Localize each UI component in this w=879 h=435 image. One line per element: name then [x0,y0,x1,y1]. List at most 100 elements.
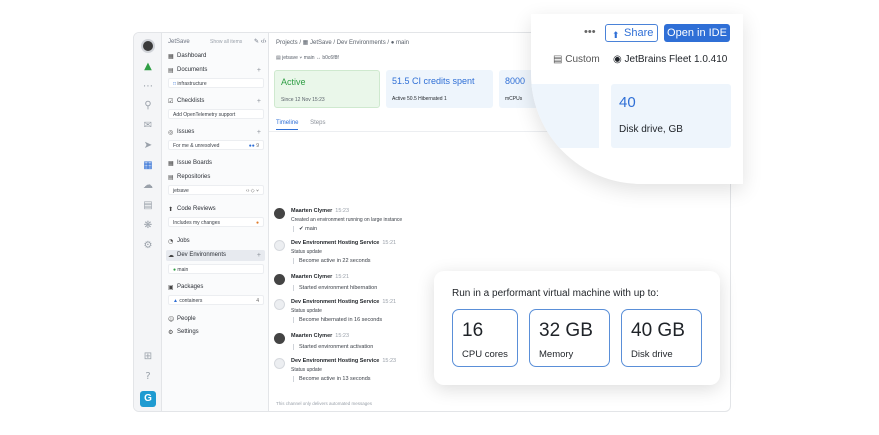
author-name: Dev Environment Hosting Service [291,358,380,364]
help-icon[interactable]: ? [142,371,154,383]
sidebar-item-settings[interactable]: ⚙ Settings [166,327,265,338]
icon-rail: ▲ ⋯ ⚲ ✉ ➤ ▦ ☁ ▤ ❋ ⚙ ⊞ ? G [134,33,162,411]
dev-environment-item[interactable]: ● main [168,264,264,274]
sidebar-item-issues[interactable]: ◎ Issues + [166,127,265,138]
spec-value: 16 [462,320,484,341]
sidebar-item-jobs[interactable]: ◔ Jobs [166,236,265,247]
cloud-icon[interactable]: ☁ [142,180,154,192]
sidebar-item-label: Repositories [177,174,211,180]
add-icon[interactable]: ⊞ [142,351,154,363]
share-button[interactable]: ⬆ Share [605,24,658,42]
code-review-filter-item[interactable]: Includes my changes ● [168,217,264,227]
sidebar-tools-icon[interactable]: ✎ ‹/› [254,38,266,45]
sidebar-item-code-reviews[interactable]: ⬆ Code Reviews [166,204,265,215]
chart-icon[interactable]: ▤ [142,200,154,212]
tab-timeline[interactable]: Timeline [276,120,299,130]
message-quote: Become hibernated in 16 seconds [293,317,382,323]
instance-type: ▤ Custom [553,54,600,65]
document-folder-item[interactable]: □ infrastructure [168,78,264,88]
search-icon[interactable]: ⚲ [142,100,154,112]
package-item[interactable]: ▲ containers 4 [168,295,264,305]
message-quote: Become active in 13 seconds [293,376,371,382]
message-time: 15:23 [335,333,350,339]
sidebar-item-label: Dashboard [177,53,207,59]
sidebar-item-label: Jobs [177,238,190,244]
repository-label: jetsave [173,188,189,194]
sidebar-item-label: People [177,316,196,322]
sidebar-item-repositories[interactable]: ▤ Repositories [166,172,265,183]
open-in-ide-button[interactable]: Open in IDE [664,24,730,42]
bot-avatar [274,299,285,310]
ide-version-label: JetBrains Fleet 1.0.410 [624,54,728,65]
sidebar-item-people[interactable]: ☺ People [166,314,265,325]
gear-icon[interactable]: ⚙ [142,240,154,252]
avatar [274,208,285,219]
sidebar-item-dev-environments[interactable]: ☁ Dev Environments + [166,250,265,261]
callout-heading: Run in a performant virtual machine with… [452,288,659,299]
environment-meta: ▤ jetsave ⑂ main ↔ b0c6f8f [276,55,339,61]
checklist-icon: ☑ [168,98,174,105]
message-author: Maarten Clymer 15:23 [291,208,349,214]
avatar[interactable] [141,39,155,53]
message-quote: Started environment hibernation [293,285,377,291]
chat-icon[interactable]: ✉ [142,120,154,132]
message-time: 15:21 [382,299,397,305]
jobs-icon: ◔ [168,238,174,245]
tree-icon[interactable]: ▲ [142,61,154,73]
checklist-item[interactable]: Add OpenTelemetry support [168,109,264,119]
avatar [274,333,285,344]
space-logo-icon[interactable]: G [140,391,156,407]
tab-steps[interactable]: Steps [310,120,325,126]
breadcrumb[interactable]: Projects / ▦ JetSave / Dev Environments … [276,39,409,46]
sidebar-item-label: Settings [177,329,199,335]
disk-value: 40 [619,94,636,111]
sidebar-item-label: Packages [177,284,204,290]
rocket-icon[interactable]: ➤ [142,140,154,152]
project-sidebar: JetSave Show all items ✎ ‹/› ▦ Dashboard … [162,33,269,411]
sidebar-item-label: Issue Boards [177,160,213,166]
sidebar-item-issue-boards[interactable]: ▦ Issue Boards [166,158,265,169]
add-dev-environment-button[interactable]: + [257,250,261,261]
message-author: Dev Environment Hosting Service 15:21 [291,240,396,246]
code-reviews-icon: ⬆ [168,206,174,213]
package-label: containers [179,298,203,304]
bot-avatar [274,240,285,251]
add-issue-button[interactable]: + [257,127,261,138]
issues-filter-item[interactable]: For me & unresolved ●● 9 [168,140,264,150]
credits-card: 51.5 CI credits spent Active 50.5 Hibern… [386,70,493,108]
message-author: Dev Environment Hosting Service 15:21 [291,299,396,305]
sidebar-item-label: Documents [177,67,208,73]
more-options-icon[interactable]: ••• [584,26,596,38]
spec-label: Memory [539,349,574,360]
disk-card: 40 Disk drive, GB [611,84,731,148]
show-all-link[interactable]: Show all items [210,39,242,45]
puzzle-icon[interactable]: ❋ [142,220,154,232]
sidebar-item-packages[interactable]: ▣ Packages [166,282,265,293]
message-time: 15:23 [382,358,397,364]
sidebar-item-documents[interactable]: ▤ Documents + [166,65,265,76]
spec-label: CPU cores [462,349,508,360]
server-icon: ▤ [553,54,566,65]
message-text: Status update [291,308,322,314]
checklist-item-label: Add OpenTelemetry support [173,112,236,118]
repository-tools-icon[interactable]: ‹› ◇ ⑂ [246,186,259,196]
message-time: 15:21 [382,240,397,246]
add-document-button[interactable]: + [257,65,261,76]
share-icon: ⬆ [612,30,620,40]
sidebar-item-dashboard[interactable]: ▦ Dashboard [166,51,265,62]
author-name: Dev Environment Hosting Service [291,299,380,305]
credits-breakdown: Active 50.5 Hibernated 1 [392,96,447,102]
issues-count-badge: ●● 9 [249,141,259,151]
apps-icon[interactable]: ▦ [142,160,154,172]
review-status-icon: ● [255,220,259,226]
message-text: Created an environment running on large … [291,217,403,223]
specs-callout: Run in a performant virtual machine with… [434,271,720,385]
more-icon[interactable]: ⋯ [142,81,154,93]
sidebar-item-checklists[interactable]: ☑ Checklists + [166,96,265,107]
repository-item[interactable]: jetsave ‹› ◇ ⑂ [168,185,264,195]
status-card: Active Since 12 Nov 15:23 [274,70,380,108]
settings-icon: ⚙ [168,329,174,336]
message-time: 15:23 [335,208,350,214]
add-checklist-button[interactable]: + [257,96,261,107]
channel-footer-note: This channel only delivers automated mes… [276,401,373,406]
